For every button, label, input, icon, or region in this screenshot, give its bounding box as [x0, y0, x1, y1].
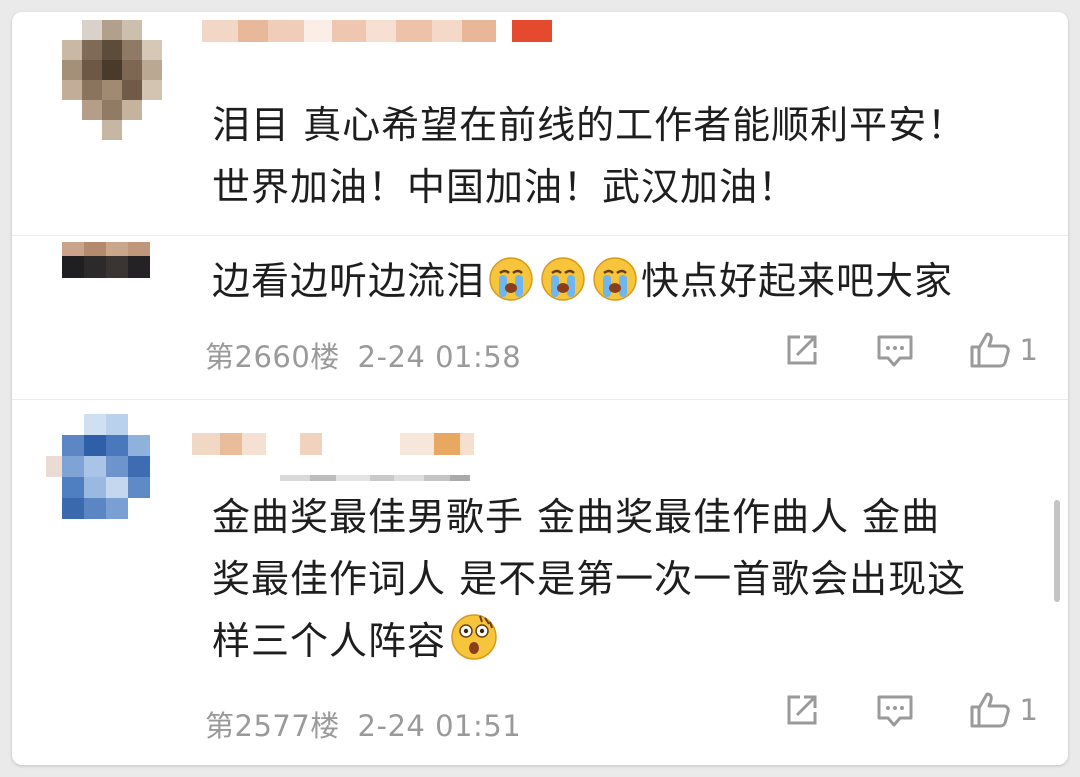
comment-line: 金曲奖最佳男歌手 金曲奖最佳作曲人 金曲	[212, 495, 941, 539]
avatar[interactable]	[46, 414, 150, 519]
comment-text: 边看边听边流泪 快点好起来吧大家	[212, 250, 953, 320]
reply-button[interactable]	[874, 330, 916, 370]
comment-actions: 1	[782, 330, 1038, 370]
comment-text: 泪目 真心希望在前线的工作者能顺利平安！ 世界加油！中国加油！武汉加油！	[212, 94, 966, 218]
comment-meta: 第2577楼 2-24 01:51	[205, 703, 521, 745]
divider	[12, 399, 1068, 400]
thumbs-up-icon	[968, 330, 1012, 370]
crying-face-emoji	[592, 256, 638, 320]
comment-line: 样三个人阵容	[212, 610, 966, 680]
like-count: 1	[1019, 693, 1038, 727]
user-subtitle	[280, 475, 470, 481]
shocked-face-emoji	[449, 612, 499, 680]
floor-number: 第2660楼	[205, 340, 340, 374]
username[interactable]	[202, 20, 552, 42]
share-button[interactable]	[782, 690, 822, 730]
like-count: 1	[1019, 333, 1038, 367]
username[interactable]	[192, 433, 474, 455]
scrollbar[interactable]	[1054, 500, 1060, 602]
share-icon	[782, 690, 822, 730]
comment-line: 边看边听边流泪	[212, 259, 486, 303]
reply-button[interactable]	[874, 690, 916, 730]
comment-line: 世界加油！中国加油！武汉加油！	[212, 165, 798, 209]
comment-line: 奖最佳作词人 是不是第一次一首歌会出现这	[212, 557, 967, 601]
comment-text: 金曲奖最佳男歌手 金曲奖最佳作曲人 金曲 奖最佳作词人 是不是第一次一首歌会出现…	[212, 486, 966, 680]
comment-line: 快点好起来吧大家	[641, 259, 954, 303]
comment-icon	[874, 330, 916, 370]
comment-icon	[874, 690, 916, 730]
floor-number: 第2577楼	[205, 709, 340, 743]
like-button[interactable]: 1	[968, 690, 1038, 730]
share-button[interactable]	[782, 330, 822, 370]
like-button[interactable]: 1	[968, 330, 1038, 370]
thumbs-up-icon	[968, 690, 1012, 730]
comment-meta: 第2660楼 2-24 01:58	[205, 334, 521, 376]
comment-line: 泪目 真心希望在前线的工作者能顺利平安！	[212, 103, 967, 147]
crying-face-emoji	[488, 256, 534, 320]
divider	[12, 235, 1068, 236]
comment-line-text: 样三个人阵容	[212, 619, 447, 663]
timestamp: 2-24 01:51	[357, 709, 522, 743]
comment-list: 泪目 真心希望在前线的工作者能顺利平安！ 世界加油！中国加油！武汉加油！ 边看边…	[12, 12, 1068, 765]
crying-face-emoji	[540, 256, 586, 320]
comment-actions: 1	[782, 690, 1038, 730]
avatar[interactable]	[62, 20, 162, 140]
share-icon	[782, 330, 822, 370]
timestamp: 2-24 01:58	[357, 340, 522, 374]
avatar[interactable]	[62, 242, 150, 278]
